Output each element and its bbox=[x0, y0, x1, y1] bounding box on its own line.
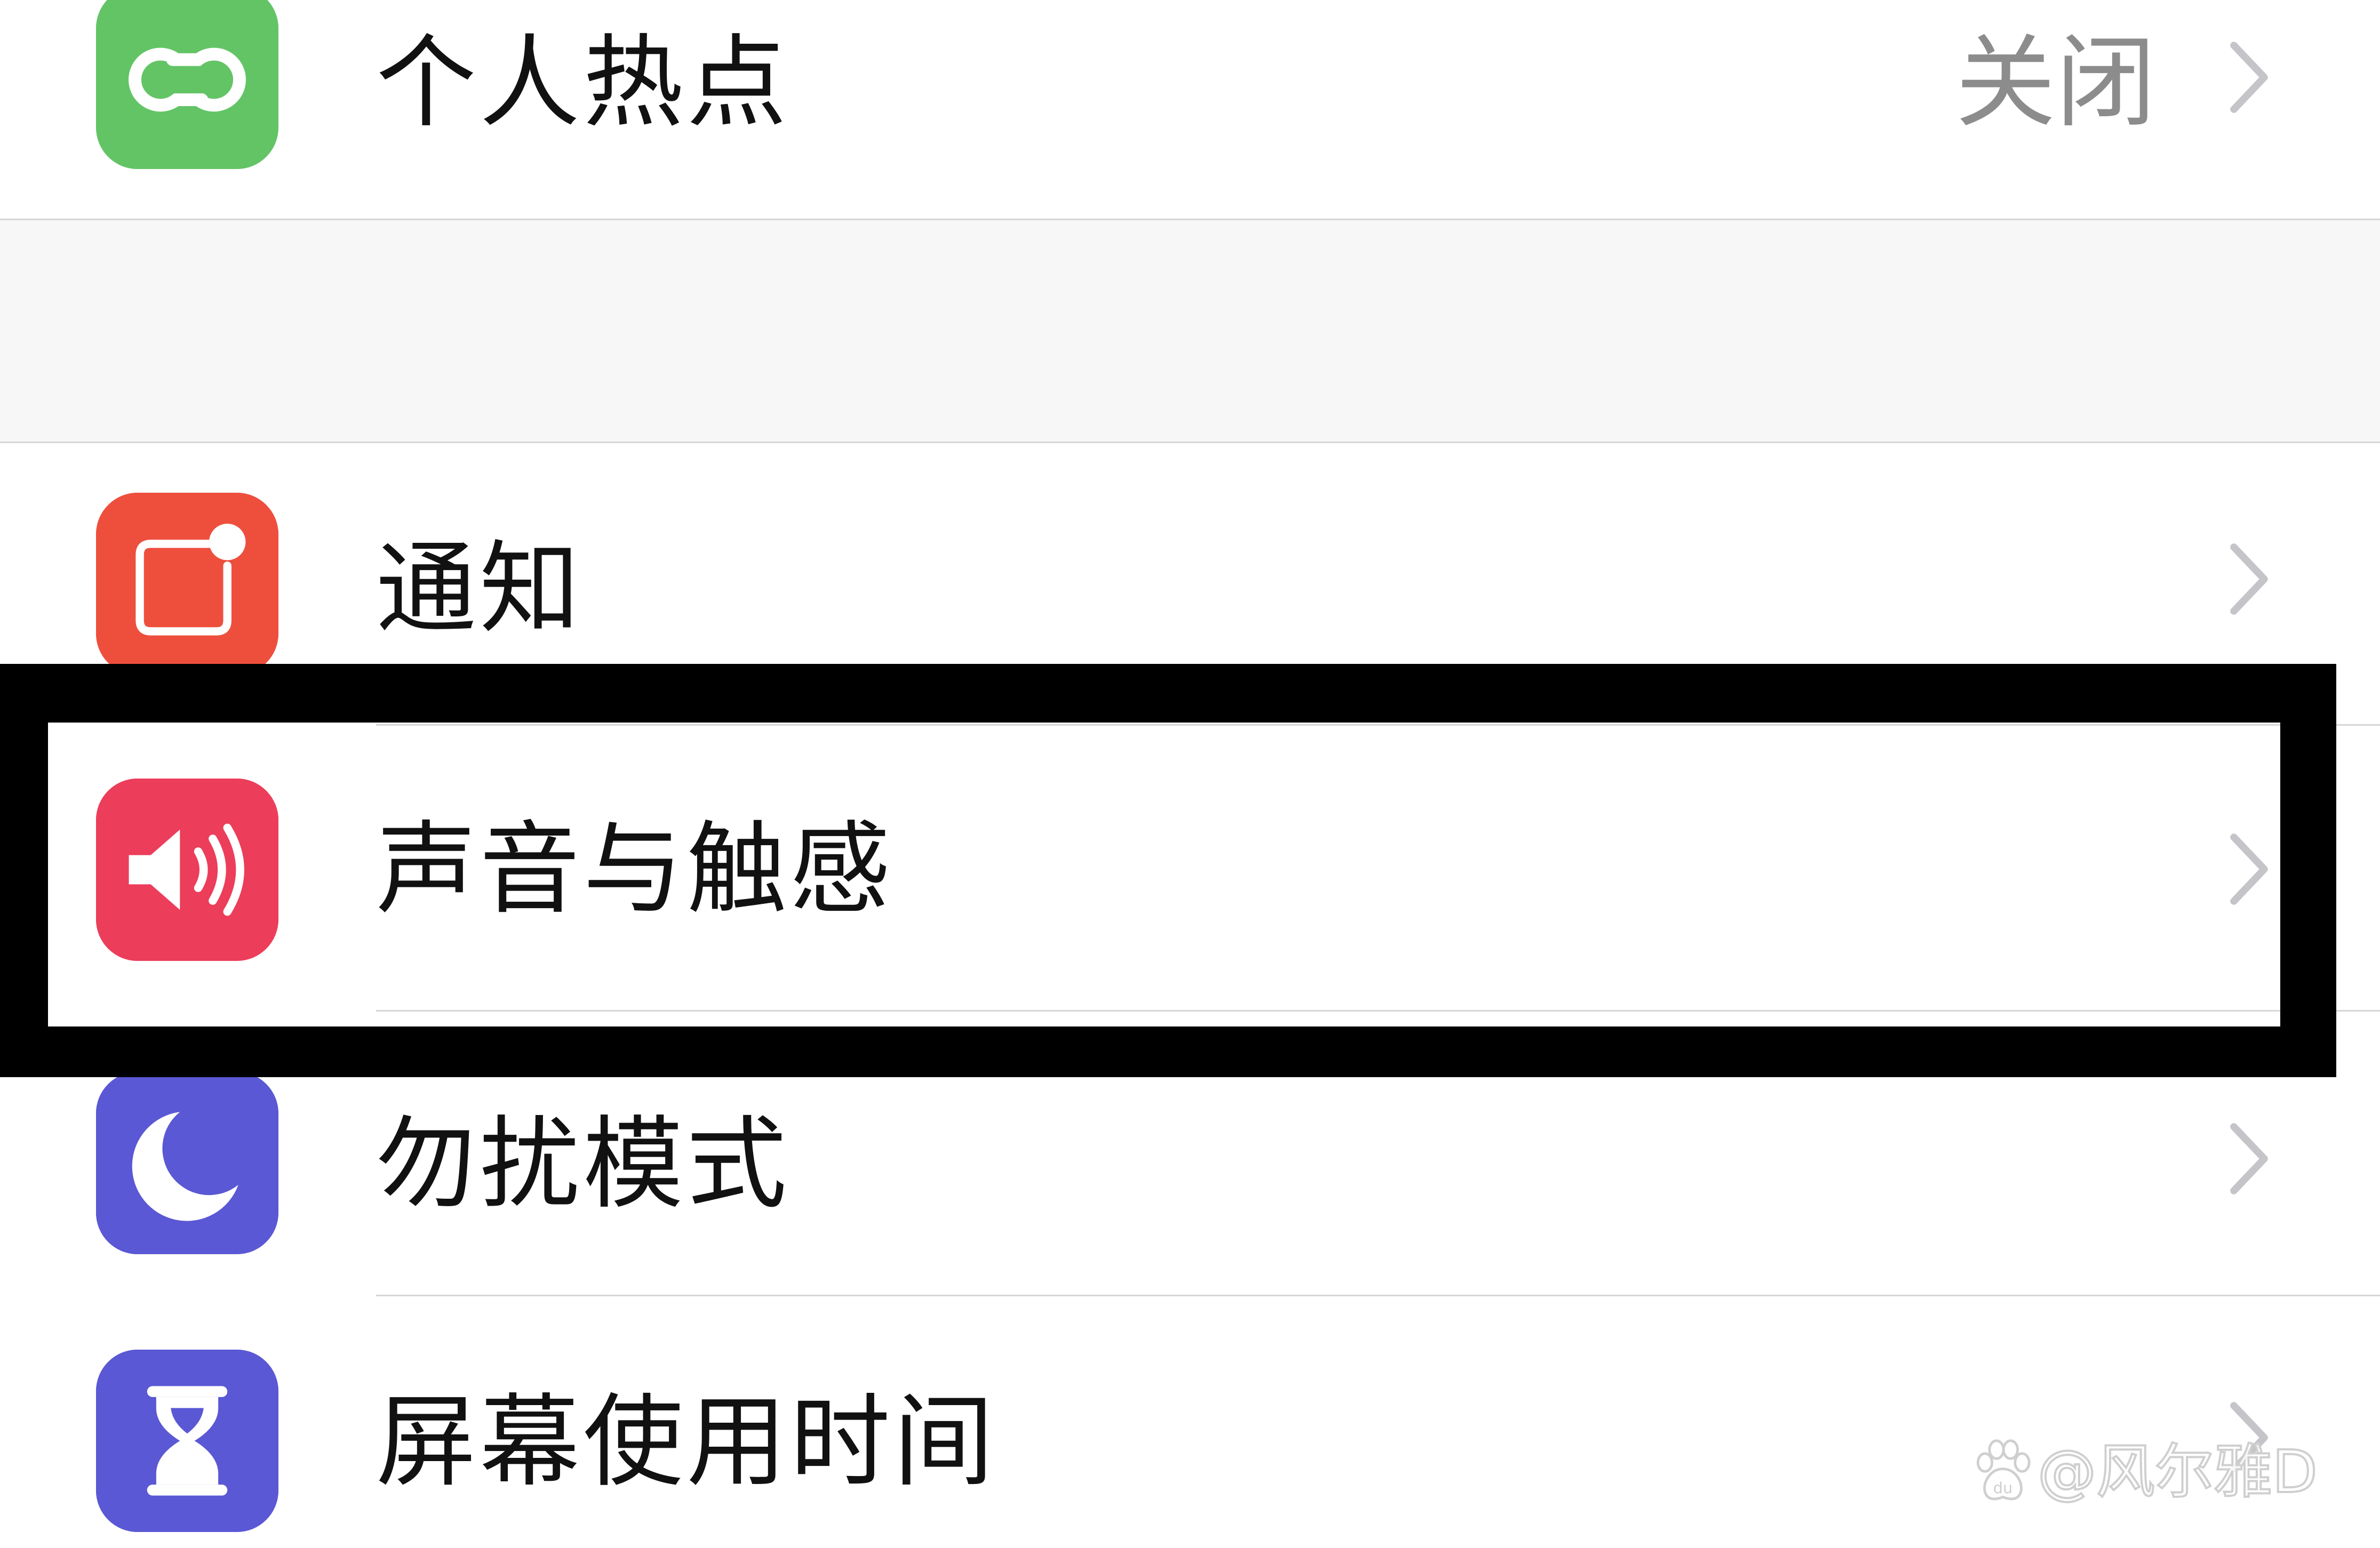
chevron-right-icon bbox=[2224, 37, 2272, 117]
screen-time-label: 屏幕使用时间 bbox=[376, 1384, 997, 1501]
hotspot-icon bbox=[96, 0, 278, 169]
chevron-right-icon bbox=[2224, 1119, 2272, 1199]
settings-row-personal-hotspot[interactable]: 个人热点 关闭 bbox=[0, 0, 2380, 220]
do-not-disturb-label: 勿扰模式 bbox=[376, 1106, 790, 1223]
notifications-label: 通知 bbox=[376, 531, 583, 647]
svg-text:du: du bbox=[1993, 1479, 2013, 1497]
sounds-haptics-label: 声音与触感 bbox=[376, 811, 893, 928]
watermark: du @风尔雅D bbox=[1971, 1437, 2344, 1507]
personal-hotspot-label: 个人热点 bbox=[376, 25, 790, 141]
settings-row-sounds-haptics[interactable]: 声音与触感 bbox=[0, 725, 2380, 1008]
watermark-text: @风尔雅D bbox=[2036, 1437, 2319, 1507]
hourglass-icon bbox=[96, 1350, 278, 1532]
chevron-right-icon bbox=[2224, 539, 2272, 619]
notifications-icon bbox=[96, 493, 278, 675]
settings-row-notifications[interactable]: 通知 bbox=[0, 443, 2380, 675]
personal-hotspot-status: 关闭 bbox=[1955, 25, 2156, 141]
baidu-paw-icon: du bbox=[1971, 1438, 2035, 1505]
settings-screen: 个人热点 关闭 通知 声音与触感 勿扰模式 屏幕使用时间 du @风尔雅D bbox=[0, 0, 2380, 1548]
chevron-right-icon bbox=[2224, 829, 2272, 909]
separator bbox=[376, 724, 2380, 726]
settings-row-screen-time[interactable]: 屏幕使用时间 bbox=[0, 1296, 2380, 1548]
separator bbox=[376, 1010, 2380, 1012]
moon-icon bbox=[96, 1072, 278, 1254]
sound-icon bbox=[96, 779, 278, 961]
group-spacer bbox=[0, 220, 2380, 443]
settings-row-do-not-disturb[interactable]: 勿扰模式 bbox=[0, 1072, 2380, 1296]
